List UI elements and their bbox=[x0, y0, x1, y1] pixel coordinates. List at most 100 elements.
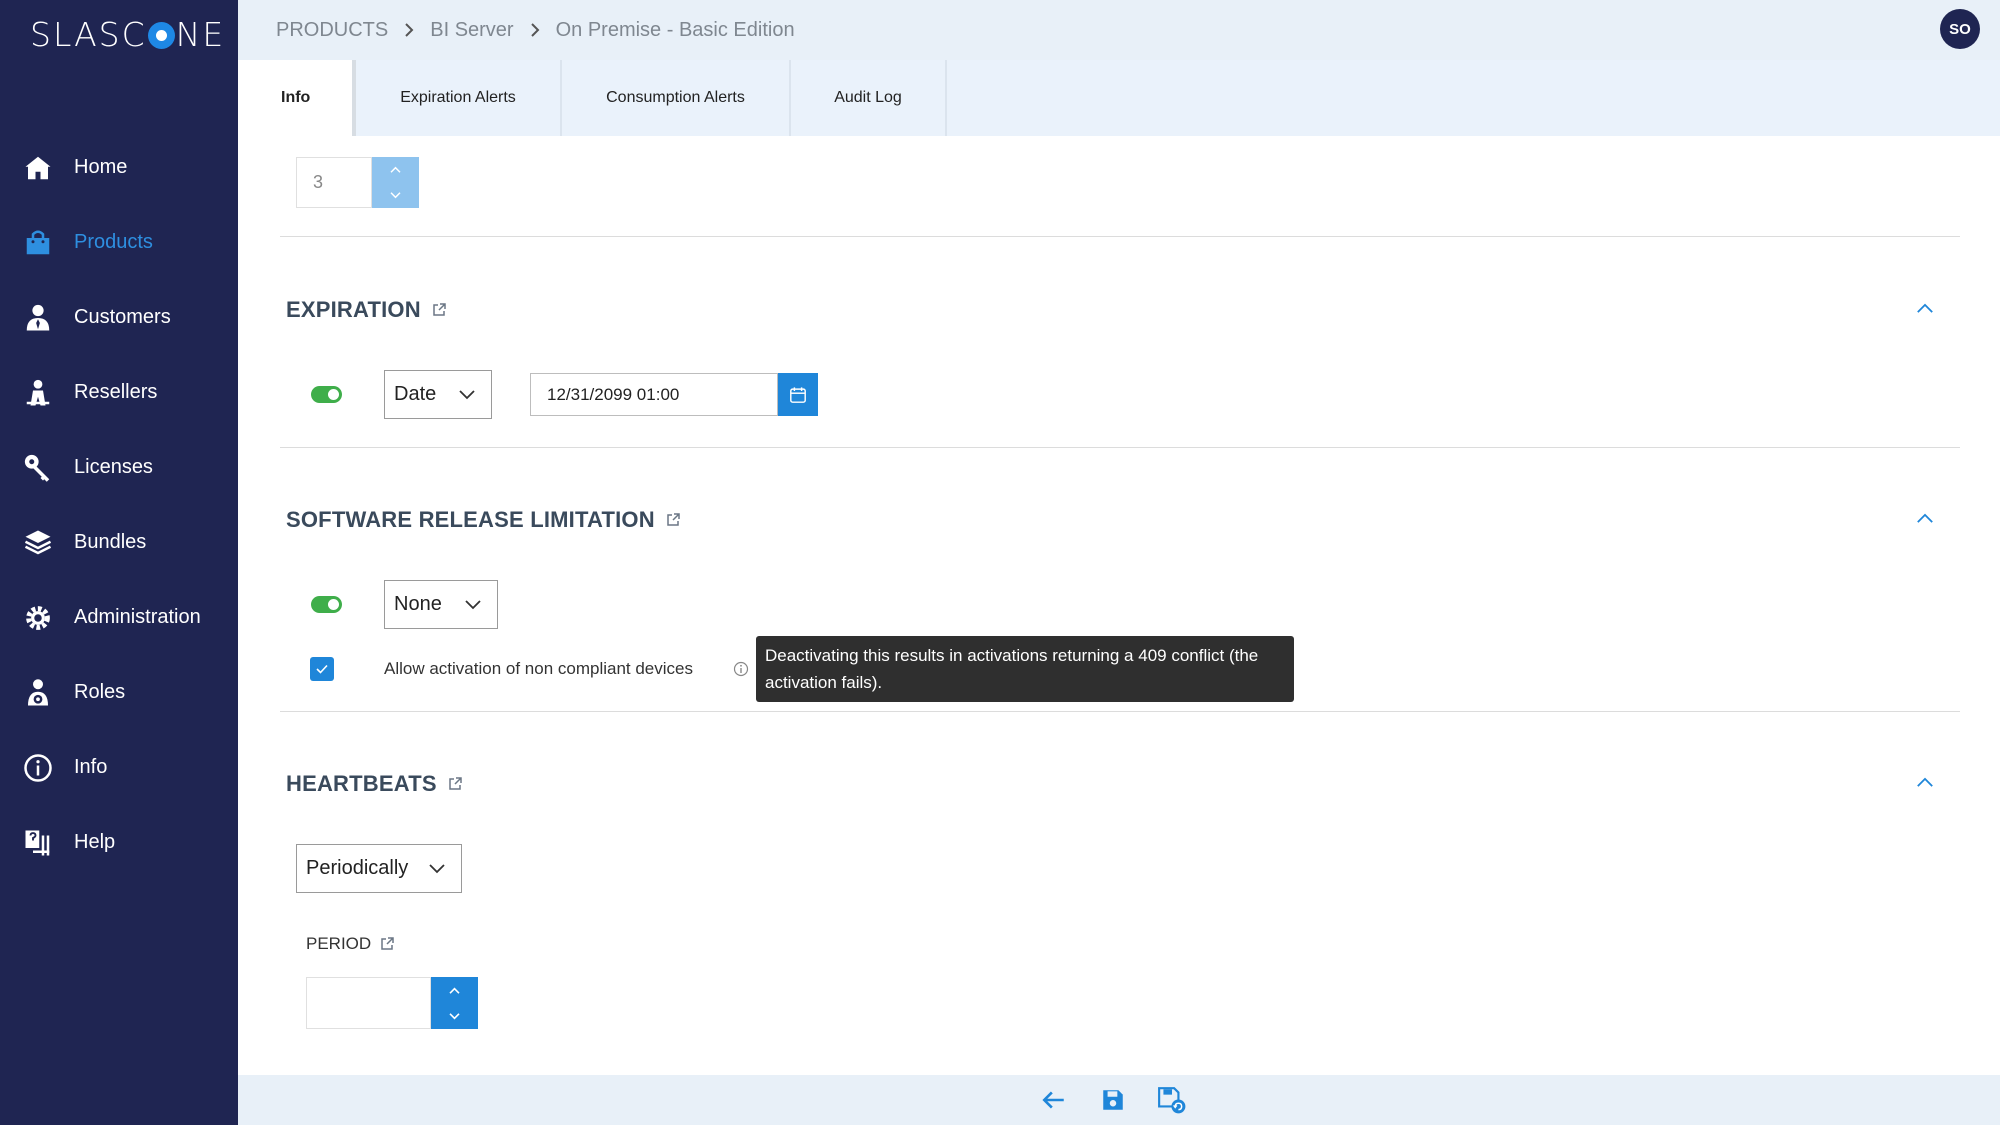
section-title-expiration: EXPIRATION bbox=[286, 294, 447, 326]
external-link-icon[interactable] bbox=[665, 512, 681, 528]
back-button[interactable] bbox=[1038, 1084, 1070, 1116]
external-link-icon[interactable] bbox=[431, 302, 447, 318]
avatar[interactable]: SO bbox=[1940, 9, 1980, 49]
expiration-mode-value: Date bbox=[394, 383, 437, 405]
section-title-text: HEARTBEATS bbox=[286, 771, 437, 796]
software-release-mode-select[interactable]: None bbox=[384, 580, 498, 629]
chevron-down-icon bbox=[427, 859, 447, 879]
sidebar-item-label: Help bbox=[74, 831, 116, 853]
breadcrumb-products[interactable]: PRODUCTS bbox=[276, 19, 388, 42]
period-input[interactable] bbox=[306, 977, 431, 1029]
logo[interactable]: SLASC NE bbox=[30, 14, 225, 54]
roles-icon bbox=[22, 677, 54, 709]
sidebar-item-label: Home bbox=[74, 156, 128, 178]
sidebar-item-administration[interactable]: Administration bbox=[0, 580, 238, 655]
quantity-stepper: 3 bbox=[296, 157, 419, 208]
footer-toolbar bbox=[238, 1075, 2000, 1125]
period-label-text: PERIOD bbox=[306, 934, 372, 953]
main-content: 3 EXPIRATION Date 12/31/2099 01:00 SOFTW… bbox=[238, 136, 2000, 1075]
help-icon bbox=[22, 827, 54, 859]
sidebar-item-label: Customers bbox=[74, 306, 171, 328]
stepper-up-button[interactable] bbox=[372, 157, 419, 183]
chevron-up-icon bbox=[1917, 777, 1933, 787]
chevron-right-icon bbox=[528, 23, 542, 37]
save-button[interactable] bbox=[1097, 1084, 1129, 1116]
section-title-heartbeats: HEARTBEATS bbox=[286, 768, 463, 800]
tab-info[interactable]: Info bbox=[238, 60, 356, 136]
section-title-text: SOFTWARE RELEASE LIMITATION bbox=[286, 507, 655, 532]
sidebar-item-licenses[interactable]: Licenses bbox=[0, 430, 238, 505]
sidebar-item-label: Administration bbox=[74, 606, 201, 628]
top-header: PRODUCTS BI Server On Premise - Basic Ed… bbox=[238, 0, 2000, 60]
save-and-return-icon bbox=[1158, 1087, 1186, 1114]
sidebar-item-label: Bundles bbox=[74, 531, 147, 553]
reseller-icon bbox=[22, 377, 54, 409]
sidebar-item-customers[interactable]: Customers bbox=[0, 280, 238, 355]
period-label: PERIOD bbox=[306, 933, 395, 955]
shopping-bag-icon bbox=[22, 227, 54, 259]
quantity-stepper-value[interactable]: 3 bbox=[296, 157, 372, 208]
collapse-software-release-button[interactable] bbox=[1914, 507, 1936, 529]
sidebar-item-label: Licenses bbox=[74, 456, 153, 478]
software-release-toggle[interactable] bbox=[311, 596, 342, 613]
layers-icon bbox=[22, 527, 54, 559]
breadcrumb-product[interactable]: BI Server bbox=[430, 19, 513, 42]
stepper-up-button[interactable] bbox=[431, 977, 478, 1003]
expiration-date-input[interactable]: 12/31/2099 01:00 bbox=[530, 373, 778, 416]
external-link-icon[interactable] bbox=[379, 936, 395, 952]
period-stepper-buttons bbox=[431, 977, 478, 1029]
chevron-up-icon bbox=[390, 166, 401, 173]
sidebar-item-resellers[interactable]: Resellers bbox=[0, 355, 238, 430]
sidebar-item-help[interactable]: Help bbox=[0, 805, 238, 880]
sidebar-item-home[interactable]: Home bbox=[0, 130, 238, 205]
section-divider bbox=[280, 711, 1960, 712]
sidebar: SLASC NE Home Products Customers Reseller… bbox=[0, 0, 238, 1125]
sidebar-item-info[interactable]: Info bbox=[0, 730, 238, 805]
chevron-up-icon bbox=[1917, 513, 1933, 523]
customer-icon bbox=[22, 302, 54, 334]
collapse-heartbeats-button[interactable] bbox=[1914, 771, 1936, 793]
section-divider bbox=[280, 236, 1960, 237]
info-tooltip: Deactivating this results in activations… bbox=[756, 636, 1294, 702]
heartbeats-mode-select[interactable]: Periodically bbox=[296, 844, 462, 893]
sidebar-item-bundles[interactable]: Bundles bbox=[0, 505, 238, 580]
section-divider bbox=[280, 447, 1960, 448]
stepper-down-button[interactable] bbox=[372, 183, 419, 209]
breadcrumb: PRODUCTS BI Server On Premise - Basic Ed… bbox=[276, 0, 795, 60]
allow-non-compliant-checkbox[interactable] bbox=[310, 657, 334, 681]
chevron-up-icon bbox=[449, 987, 460, 994]
logo-text-end: NE bbox=[175, 14, 226, 54]
tab-expiration-alerts[interactable]: Expiration Alerts bbox=[356, 60, 562, 136]
software-release-mode-value: None bbox=[394, 593, 442, 615]
chevron-up-icon bbox=[1917, 303, 1933, 313]
gear-icon bbox=[22, 602, 54, 634]
stepper-down-button[interactable] bbox=[431, 1003, 478, 1029]
sidebar-item-label: Resellers bbox=[74, 381, 158, 403]
info-icon bbox=[22, 752, 54, 784]
calendar-icon bbox=[790, 386, 806, 403]
tab-audit-log[interactable]: Audit Log bbox=[791, 60, 947, 136]
period-stepper bbox=[306, 977, 478, 1029]
sidebar-item-label: Products bbox=[74, 231, 153, 253]
sidebar-item-label: Info bbox=[74, 756, 108, 778]
tab-consumption-alerts[interactable]: Consumption Alerts bbox=[562, 60, 791, 136]
external-link-icon[interactable] bbox=[447, 776, 463, 792]
heartbeats-mode-value: Periodically bbox=[306, 857, 409, 879]
collapse-expiration-button[interactable] bbox=[1914, 297, 1936, 319]
allow-non-compliant-label: Allow activation of non compliant device… bbox=[384, 659, 693, 678]
logo-o-mark bbox=[147, 21, 175, 49]
checkmark-icon bbox=[316, 664, 328, 674]
sidebar-item-roles[interactable]: Roles bbox=[0, 655, 238, 730]
logo-text-start: SLASC bbox=[30, 14, 147, 54]
floppy-disk-icon bbox=[1103, 1090, 1123, 1110]
info-circle-icon[interactable] bbox=[733, 661, 749, 677]
arrow-left-icon bbox=[1042, 1091, 1064, 1109]
sidebar-item-products[interactable]: Products bbox=[0, 205, 238, 280]
calendar-button[interactable] bbox=[778, 373, 818, 416]
expiration-mode-select[interactable]: Date bbox=[384, 370, 492, 419]
expiration-toggle[interactable] bbox=[311, 386, 342, 403]
section-title-text: EXPIRATION bbox=[286, 297, 421, 322]
sidebar-item-label: Roles bbox=[74, 681, 126, 703]
chevron-down-icon bbox=[390, 192, 401, 199]
save-and-close-button[interactable] bbox=[1156, 1084, 1188, 1116]
